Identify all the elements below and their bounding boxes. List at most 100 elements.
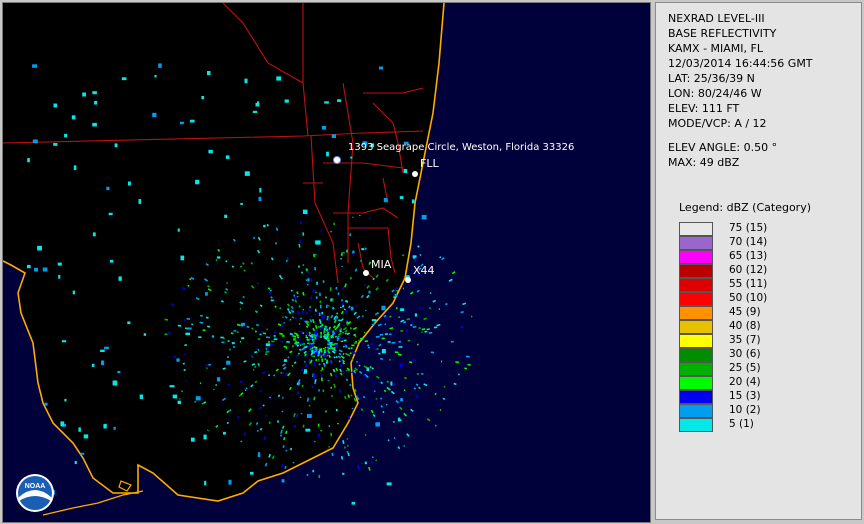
echo-pixel [91,363,95,367]
echo-pixel [280,340,284,343]
echo-pixel [74,461,77,464]
echo-pixel [379,333,384,336]
station-elev: ELEV: 111 FT [668,102,740,115]
echo-pixel [379,397,383,400]
legend-swatch [679,292,713,306]
address-marker[interactable] [333,156,341,164]
echo-pixel [467,363,471,366]
echo-pixel [265,343,271,347]
echo-pixel [403,444,406,447]
echo-pixel [321,315,324,320]
echo-pixel [414,259,418,263]
echo-pixel [406,317,411,321]
echo-pixel [319,292,321,297]
echo-pixel [370,460,374,464]
echo-pixel [433,326,438,329]
echo-pixel [60,421,65,427]
echo-pixel [182,362,185,365]
echo-pixel [337,99,342,102]
echo-pixel [195,396,201,401]
echo-pixel [326,341,329,344]
noaa-logo-text: NOAA [25,483,46,490]
echo-pixel [375,422,380,427]
echo-pixel [321,323,324,327]
echo-pixel [230,332,234,335]
legend-label: 40 (8) [729,320,761,332]
echo-pixel [313,396,316,399]
legend-label: 60 (12) [729,264,768,276]
echo-pixel [383,197,388,203]
echo-pixel [321,367,324,371]
echo-pixel [177,228,180,232]
echo-pixel [152,112,157,117]
echo-pixel [92,122,97,127]
echo-pixel [325,296,327,299]
echo-pixel [455,361,460,364]
echo-pixel [302,209,308,214]
mia-marker[interactable] [363,270,369,276]
echo-pixel [368,290,371,294]
echo-pixel [350,156,353,159]
echo-pixel [388,358,391,361]
echo-pixel [410,324,413,327]
echo-pixel [207,71,211,76]
echo-pixel [370,343,373,345]
echo-pixel [293,338,296,341]
echo-pixel [376,348,379,350]
echo-pixel [440,360,443,363]
echo-pixel [327,448,330,450]
echo-pixel [457,373,460,376]
echo-pixel [112,380,118,386]
echo-pixel [64,398,67,402]
station-lon: LON: 80/24/46 W [668,87,762,100]
echo-pixel [306,283,309,286]
noaa-logo-icon: NOAA [16,474,54,512]
echo-pixel [186,327,192,330]
echo-pixel [240,322,245,326]
echo-pixel [225,155,230,159]
echo-pixel [312,469,315,473]
info-panel: NEXRAD LEVEL-III BASE REFLECTIVITY KAMX … [655,2,862,520]
legend-label: 75 (15) [729,222,768,234]
echo-pixel [221,341,225,344]
echo-pixel [378,344,381,347]
echo-pixel [27,158,30,163]
echo-pixel [267,347,269,350]
fll-marker[interactable] [412,171,418,177]
legend-swatch [679,264,713,278]
echo-pixel [428,331,433,334]
echo-pixel [334,342,338,345]
echo-pixel [414,394,419,398]
legend-label: 70 (14) [729,236,768,248]
x44-marker[interactable] [405,277,411,283]
echo-pixel [373,348,376,350]
echo-pixel [421,328,426,331]
echo-pixel [227,356,229,359]
echo-pixel [345,345,348,348]
echo-pixel [403,376,408,380]
echo-pixel [429,307,431,310]
echo-pixel [103,423,107,429]
echo-pixel [244,78,248,84]
echo-pixel [329,341,333,344]
echo-pixel [395,307,398,310]
echo-pixel [460,310,464,314]
echo-pixel [183,353,186,355]
echo-pixel [176,358,180,362]
echo-pixel [128,181,131,186]
echo-pixel [177,400,181,404]
echo-pixel [321,326,323,329]
echo-pixel [405,329,409,332]
legend-label: 45 (9) [729,306,761,318]
echo-pixel [271,340,275,343]
echo-pixel [78,427,81,432]
echo-pixel [259,333,262,336]
echo-pixel [361,248,365,251]
echo-pixel [331,395,333,397]
echo-pixel [387,341,391,343]
echo-pixel [109,259,114,263]
echo-pixel [346,438,349,440]
echo-pixel [127,321,131,325]
echo-pixel [202,329,206,332]
echo-pixel [82,92,86,97]
